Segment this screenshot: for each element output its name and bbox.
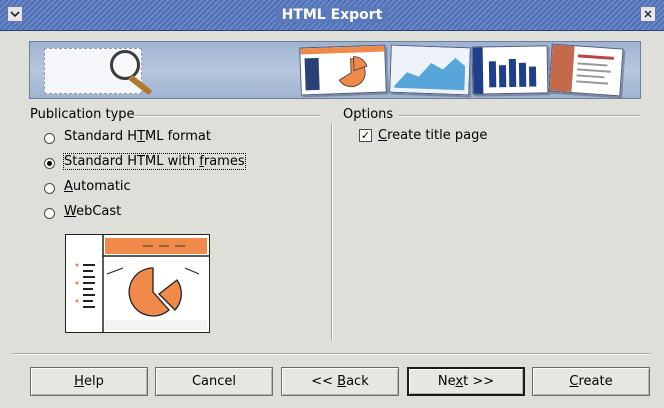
create-button[interactable]: Create (532, 367, 650, 396)
banner-area-slide (389, 44, 471, 96)
banner-pie-slide (299, 44, 387, 96)
publication-type-heading: Publication type (30, 107, 135, 122)
radio-webcast[interactable] (44, 208, 55, 219)
wizard-banner-image (29, 41, 641, 99)
help-button[interactable]: Help (30, 367, 148, 396)
back-button[interactable]: << Back (281, 367, 399, 396)
publication-type-divider (133, 115, 321, 117)
title-bar[interactable]: HTML Export (0, 0, 664, 31)
html-export-dialog: HTML Export Publication type Standard HT… (0, 0, 664, 408)
cancel-button[interactable]: Cancel (155, 367, 273, 396)
radio-standard-html-frames[interactable] (44, 158, 55, 169)
radio-standard-html[interactable] (44, 133, 55, 144)
options-heading: Options (343, 107, 394, 122)
radio-standard-html-label[interactable]: Standard HTML format (64, 129, 211, 144)
radio-standard-html-frames-label[interactable]: Standard HTML with frames (63, 153, 246, 170)
button-row-divider (12, 353, 650, 355)
close-icon[interactable] (640, 6, 656, 22)
create-title-page-label[interactable]: Create title page (378, 128, 487, 143)
close-icon-glyph (644, 10, 652, 18)
groups-vertical-divider (331, 123, 333, 341)
radio-webcast-label[interactable]: WebCast (64, 204, 121, 219)
banner-bar-slide (471, 45, 549, 95)
options-divider (398, 115, 641, 117)
banner-text-slide (548, 43, 624, 97)
create-title-page-checkbox[interactable]: ✓ (359, 129, 372, 142)
radio-automatic[interactable] (44, 183, 55, 194)
window-title: HTML Export (0, 0, 664, 30)
magnifier-icon (110, 50, 140, 80)
radio-automatic-label[interactable]: Automatic (64, 179, 131, 194)
next-button[interactable]: Next >> (407, 367, 525, 396)
frames-layout-preview-image (65, 234, 210, 333)
